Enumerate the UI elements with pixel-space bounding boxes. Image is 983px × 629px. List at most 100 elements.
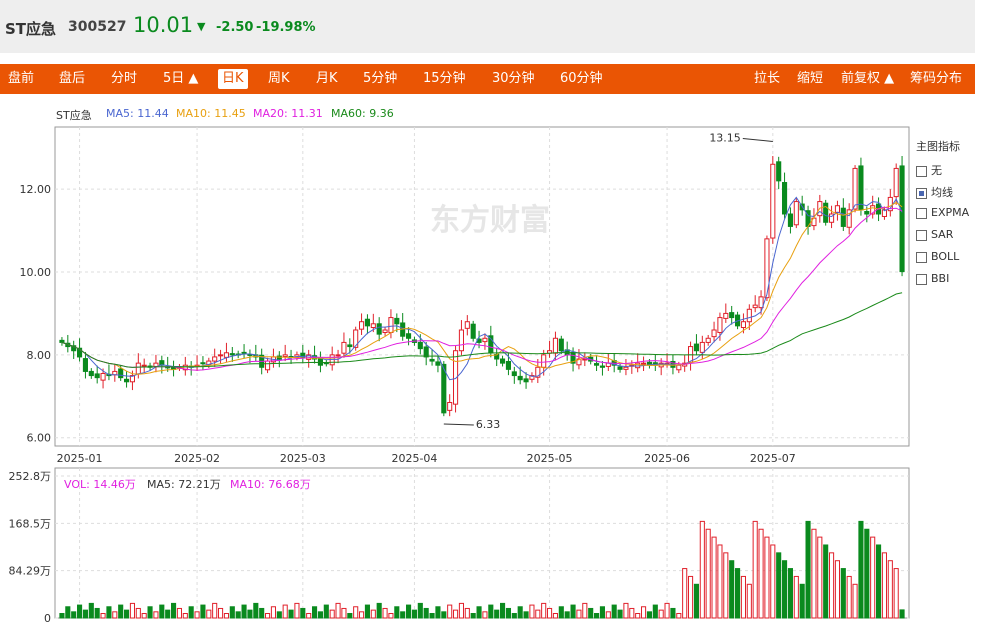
y-tick-label: 10.00	[20, 266, 52, 279]
volume-bar	[670, 607, 676, 619]
candle	[787, 213, 793, 227]
volume-bar	[376, 602, 382, 619]
volume-y-tick-label: 252.8万	[9, 470, 52, 483]
kline-chart[interactable]: 12.00 10.00 8.00 6.00 2025-01 2025-02 2025-03 2…	[0, 0, 983, 629]
volume-bar	[735, 568, 741, 619]
volume-bar	[635, 613, 641, 619]
volume-bar	[94, 607, 100, 619]
volume-bar	[770, 544, 776, 619]
volume-bar	[447, 604, 453, 619]
volume-bar	[359, 611, 365, 619]
volume-bar	[129, 602, 135, 619]
volume-bar	[699, 520, 705, 619]
volume-bar	[899, 609, 905, 619]
candle	[364, 318, 370, 327]
candle	[100, 373, 106, 381]
volume-bar	[558, 606, 564, 619]
x-tick-label: 2025-05	[527, 452, 573, 465]
candle	[341, 341, 347, 354]
candle	[200, 362, 206, 365]
volume-bar	[676, 613, 682, 619]
volume-bar	[417, 602, 423, 619]
volume-bar	[429, 613, 435, 619]
watermark: 东方财富	[430, 203, 550, 238]
volume-bar	[247, 609, 253, 619]
ma60-line	[61, 292, 903, 368]
volume-bar	[153, 611, 159, 619]
volume-bar	[100, 613, 106, 619]
candle	[388, 317, 394, 333]
x-tick-label: 2025-04	[391, 452, 437, 465]
candle	[223, 352, 229, 358]
volume-bar	[782, 560, 788, 619]
volume-bar	[464, 607, 470, 619]
volume-bar	[594, 613, 600, 619]
candle	[423, 346, 429, 358]
candle	[899, 165, 905, 273]
candle	[852, 167, 858, 210]
candle	[558, 338, 564, 352]
candle	[88, 370, 94, 377]
candle	[376, 323, 382, 335]
volume-bar	[852, 583, 858, 619]
volume-bar	[617, 609, 623, 619]
volume-bar	[141, 613, 147, 619]
volume-bar	[171, 602, 177, 619]
volume-bar	[382, 607, 388, 619]
candle	[370, 323, 376, 329]
candle	[141, 364, 147, 367]
candle	[464, 321, 470, 329]
x-tick-label: 2025-02	[174, 452, 220, 465]
volume-bar	[341, 607, 347, 619]
candle	[676, 364, 682, 371]
volume-bar	[729, 560, 735, 619]
candle	[218, 354, 224, 357]
volume-bar	[887, 560, 893, 619]
volume-bar	[423, 607, 429, 619]
volume-bar	[564, 611, 570, 619]
candle	[711, 329, 717, 338]
candle	[599, 365, 605, 368]
volume-bar	[870, 536, 876, 619]
volume-bar	[118, 604, 124, 619]
volume-bar	[740, 575, 746, 619]
candle	[623, 366, 629, 370]
volume-bar	[588, 607, 594, 619]
volume-bar	[746, 583, 752, 619]
volume-bar	[893, 568, 899, 619]
volume-bar	[288, 609, 294, 619]
candle	[776, 161, 782, 182]
volume-bar	[717, 544, 723, 619]
volume-y-tick-label: 0	[44, 612, 51, 625]
candle	[641, 362, 647, 365]
volume-bar	[212, 602, 218, 619]
candle	[717, 317, 723, 333]
volume-bar	[300, 607, 306, 619]
candle	[229, 353, 235, 356]
volume-bar	[488, 604, 494, 619]
candle	[541, 354, 547, 368]
volume-bar	[435, 606, 441, 619]
annotation-arrow	[742, 138, 773, 142]
volume-bar	[306, 613, 312, 619]
volume-bar	[652, 604, 658, 619]
candle	[212, 356, 218, 362]
candle	[458, 329, 464, 352]
volume-bar	[776, 552, 782, 619]
annotation-label: 6.33	[476, 418, 501, 431]
volume-bar	[535, 609, 541, 619]
volume-y-tick-label: 168.5万	[9, 517, 52, 530]
volume-bar	[552, 613, 558, 619]
candle	[523, 378, 529, 383]
volume-bar	[605, 611, 611, 619]
volume-bar	[505, 607, 511, 619]
volume-bar	[682, 568, 688, 619]
volume-bar	[364, 604, 370, 619]
volume-bar	[799, 583, 805, 619]
volume-bar	[476, 606, 482, 619]
volume-bar	[394, 606, 400, 619]
volume-bar	[159, 604, 165, 619]
volume-bar	[823, 544, 829, 619]
candle	[59, 339, 65, 343]
volume-bar	[182, 613, 188, 619]
